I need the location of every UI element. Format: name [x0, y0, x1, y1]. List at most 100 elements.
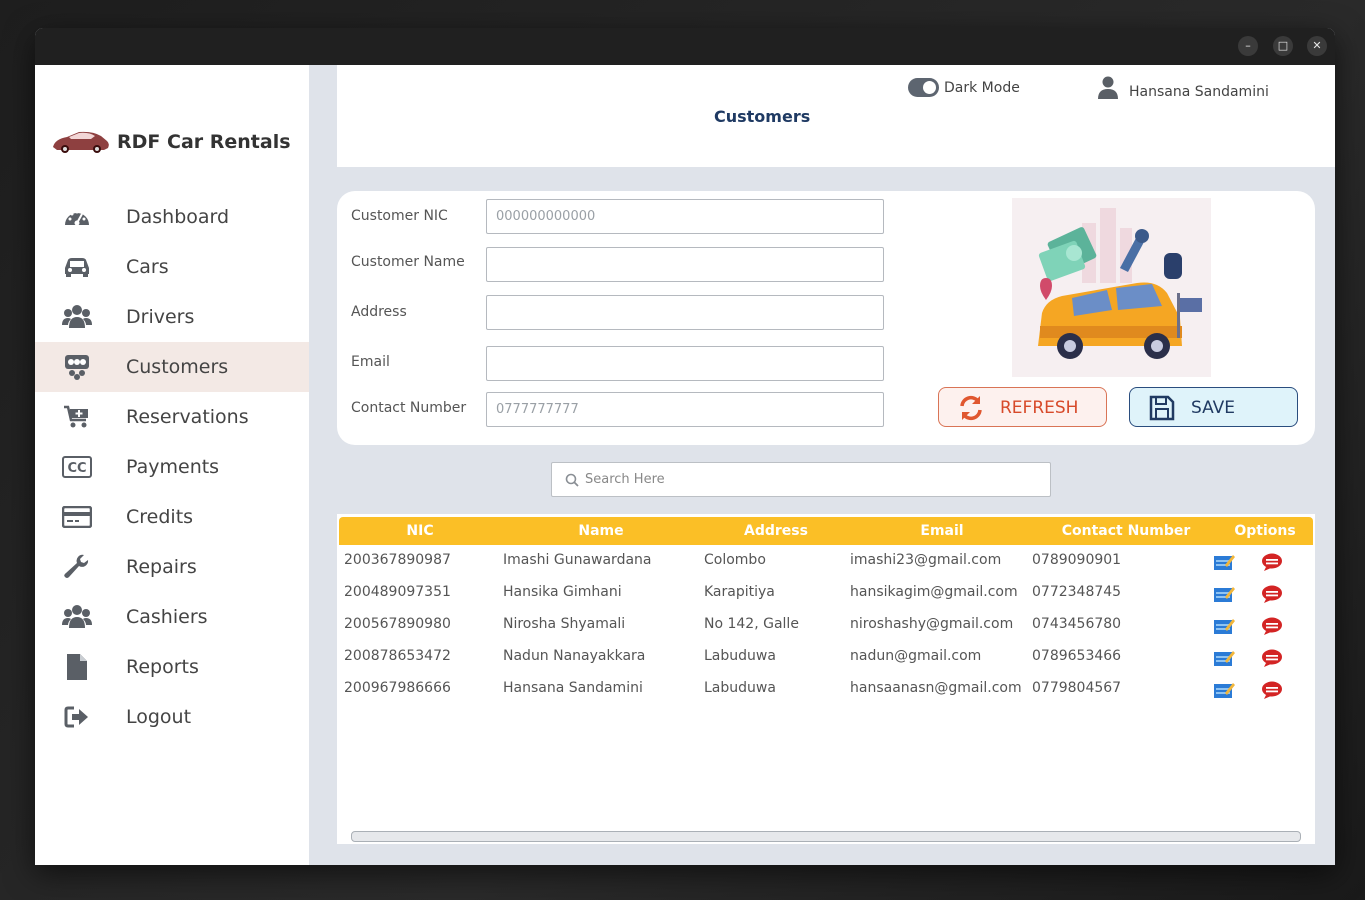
column-header-nic[interactable]: NIC	[406, 523, 433, 539]
credit-card-icon	[62, 502, 92, 532]
nic-label: Customer NIC	[351, 208, 448, 224]
cell-nic: 200567890980	[344, 616, 451, 632]
search-box[interactable]	[551, 462, 1051, 497]
sidebar-item-repairs[interactable]: Repairs	[35, 542, 309, 592]
cell-contact: 0779804567	[1032, 680, 1122, 696]
sidebar-item-customers[interactable]: Customers	[35, 342, 309, 392]
car-icon	[62, 252, 92, 282]
cell-nic: 200878653472	[344, 648, 451, 664]
sidebar-item-label: Dashboard	[126, 206, 230, 228]
table-row[interactable]: 200967986666 Hansana Sandamini Labuduwa …	[337, 673, 1315, 705]
user-icon	[1098, 76, 1118, 99]
cell-nic: 200367890987	[344, 552, 451, 568]
sidebar-item-logout[interactable]: Logout	[35, 692, 309, 742]
cart-plus-icon	[62, 402, 92, 432]
save-icon	[1149, 395, 1175, 421]
table-row[interactable]: 200878653472 Nadun Nanayakkara Labuduwa …	[337, 641, 1315, 673]
delete-icon[interactable]	[1261, 649, 1283, 667]
sidebar-item-label: Credits	[126, 506, 194, 528]
edit-icon[interactable]	[1213, 553, 1235, 571]
logout-icon	[62, 702, 92, 732]
delete-icon[interactable]	[1261, 553, 1283, 571]
sidebar-item-credits[interactable]: Credits	[35, 492, 309, 542]
customer-icon	[62, 352, 92, 382]
edit-icon[interactable]	[1213, 649, 1235, 667]
table-header: NIC Name Address Email Contact Number Op…	[339, 517, 1313, 545]
cell-contact: 0789090901	[1032, 552, 1122, 568]
sidebar-item-label: Repairs	[126, 556, 197, 578]
page-title: Customers	[714, 107, 811, 126]
nic-input[interactable]	[486, 199, 884, 234]
customer-form: Customer NIC Customer Name Address Email…	[337, 191, 1315, 445]
cell-address: No 142, Galle	[704, 616, 799, 632]
sidebar-item-label: Payments	[126, 456, 220, 478]
address-input[interactable]	[486, 295, 884, 330]
column-header-email[interactable]: Email	[920, 523, 963, 539]
sidebar-nav: Dashboard Cars Drivers Customers Reserva…	[35, 192, 309, 742]
cell-address: Labuduwa	[704, 648, 776, 664]
maximize-button[interactable]: □	[1273, 36, 1293, 56]
delete-icon[interactable]	[1261, 585, 1283, 603]
cell-contact: 0772348745	[1032, 584, 1122, 600]
delete-icon[interactable]	[1261, 617, 1283, 635]
sidebar-item-label: Logout	[126, 706, 192, 728]
cell-address: Colombo	[704, 552, 766, 568]
users-icon	[62, 302, 92, 332]
sidebar-item-reports[interactable]: Reports	[35, 642, 309, 692]
cell-address: Karapitiya	[704, 584, 775, 600]
car-logo-icon	[53, 131, 109, 153]
delete-icon[interactable]	[1261, 681, 1283, 699]
customers-table: NIC Name Address Email Contact Number Op…	[337, 514, 1315, 844]
contact-input[interactable]	[486, 392, 884, 427]
sidebar-item-label: Cashiers	[126, 606, 208, 628]
users-icon	[62, 602, 92, 632]
sidebar-item-reservations[interactable]: Reservations	[35, 392, 309, 442]
search-input[interactable]	[585, 463, 1045, 496]
wrench-icon	[62, 552, 92, 582]
cell-name: Hansana Sandamini	[503, 680, 643, 696]
name-input[interactable]	[486, 247, 884, 282]
sidebar: RDF Car Rentals Dashboard Cars Drivers C…	[35, 65, 309, 865]
dark-mode-toggle[interactable]	[908, 78, 939, 97]
user-name: Hansana Sandamini	[1129, 84, 1269, 100]
address-label: Address	[351, 304, 407, 320]
sidebar-item-drivers[interactable]: Drivers	[35, 292, 309, 342]
edit-icon[interactable]	[1213, 585, 1235, 603]
car-rental-illustration	[1012, 198, 1211, 377]
refresh-button[interactable]: REFRESH	[938, 387, 1107, 427]
sidebar-item-cashiers[interactable]: Cashiers	[35, 592, 309, 642]
cell-nic: 200489097351	[344, 584, 451, 600]
table-row[interactable]: 200489097351 Hansika Gimhani Karapitiya …	[337, 577, 1315, 609]
column-header-address[interactable]: Address	[744, 523, 808, 539]
header: Customers Dark Mode Hansana Sandamini	[337, 65, 1335, 167]
cell-name: Imashi Gunawardana	[503, 552, 652, 568]
save-button[interactable]: SAVE	[1129, 387, 1298, 427]
horizontal-scrollbar[interactable]	[351, 831, 1301, 842]
close-button[interactable]: ✕	[1307, 36, 1327, 56]
edit-icon[interactable]	[1213, 617, 1235, 635]
cell-email: imashi23@gmail.com	[850, 552, 1002, 568]
search-icon	[565, 473, 579, 487]
sidebar-item-payments[interactable]: CC Payments	[35, 442, 309, 492]
sidebar-item-label: Cars	[126, 256, 169, 278]
sidebar-item-label: Reservations	[126, 406, 249, 428]
column-header-options: Options	[1234, 523, 1296, 539]
title-bar: – □ ✕	[35, 28, 1335, 65]
cell-nic: 200967986666	[344, 680, 451, 696]
edit-icon[interactable]	[1213, 681, 1235, 699]
cell-email: hansikagim@gmail.com	[850, 584, 1018, 600]
table-row[interactable]: 200567890980 Nirosha Shyamali No 142, Ga…	[337, 609, 1315, 641]
cell-contact: 0789653466	[1032, 648, 1122, 664]
cell-email: nadun@gmail.com	[850, 648, 982, 664]
column-header-name[interactable]: Name	[578, 523, 623, 539]
sidebar-item-cars[interactable]: Cars	[35, 242, 309, 292]
sidebar-item-dashboard[interactable]: Dashboard	[35, 192, 309, 242]
cell-name: Nirosha Shyamali	[503, 616, 626, 632]
email-label: Email	[351, 354, 390, 370]
email-input[interactable]	[486, 346, 884, 381]
refresh-label: REFRESH	[1000, 398, 1079, 418]
cc-icon: CC	[62, 452, 92, 482]
minimize-button[interactable]: –	[1238, 36, 1258, 56]
table-row[interactable]: 200367890987 Imashi Gunawardana Colombo …	[337, 545, 1315, 577]
column-header-contact[interactable]: Contact Number	[1062, 523, 1191, 539]
